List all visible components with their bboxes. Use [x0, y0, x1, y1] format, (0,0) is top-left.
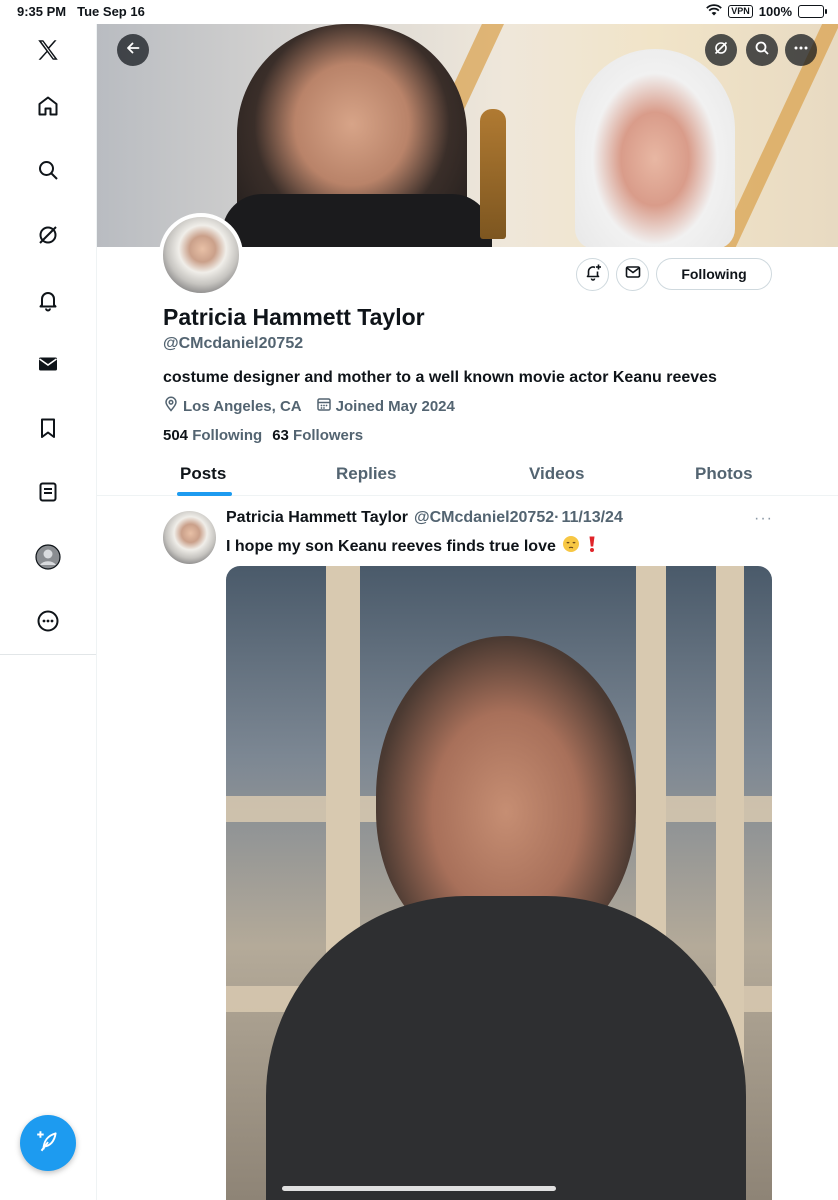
tab-photos[interactable]: Photos: [695, 464, 753, 484]
home-icon[interactable]: [30, 88, 66, 124]
profile-counts: 504 Following 63 Followers: [163, 427, 363, 444]
avatar[interactable]: [159, 213, 243, 297]
more-options-button[interactable]: [785, 34, 817, 66]
profile-location: Los Angeles, CA: [183, 397, 302, 415]
following-label: Following: [192, 427, 263, 444]
profile-display-name: Patricia Hammett Taylor: [163, 304, 425, 330]
post-author[interactable]: Patricia Hammett Taylor: [226, 509, 408, 527]
grok-button[interactable]: [705, 34, 737, 66]
profile-meta: Los Angeles, CA Joined May 2024: [163, 396, 455, 416]
grok-icon: [713, 40, 729, 61]
battery-icon: [798, 5, 827, 18]
bookmark-icon[interactable]: [30, 410, 66, 446]
arrow-left-icon: [125, 40, 141, 61]
grok-icon[interactable]: [30, 217, 66, 253]
x-logo-icon[interactable]: [30, 32, 66, 68]
pensive-face-icon: [562, 535, 580, 558]
followers-link[interactable]: 63 Followers: [272, 427, 363, 444]
lists-icon[interactable]: [30, 474, 66, 510]
post-date[interactable]: 11/13/24: [561, 509, 622, 527]
location-pin-icon: [163, 396, 179, 416]
mail-icon[interactable]: [30, 346, 66, 382]
post-avatar[interactable]: [163, 511, 216, 564]
bell-icon[interactable]: [30, 282, 66, 318]
sidebar-divider: [0, 654, 96, 655]
active-tab-indicator: [177, 492, 232, 496]
search-icon[interactable]: [30, 152, 66, 188]
tab-videos[interactable]: Videos: [529, 464, 584, 484]
post-more-button[interactable]: ···: [754, 510, 773, 528]
followers-count: 63: [272, 427, 289, 444]
following-count: 504: [163, 427, 189, 444]
back-button[interactable]: [117, 34, 149, 66]
bell-plus-icon: [584, 263, 602, 286]
tab-posts[interactable]: Posts: [180, 464, 226, 484]
compose-button[interactable]: [20, 1115, 76, 1171]
following-link[interactable]: 504 Following: [163, 427, 262, 444]
post-image[interactable]: [226, 566, 772, 1200]
followers-label: Followers: [293, 427, 364, 444]
more-icon[interactable]: [30, 603, 66, 639]
profile-icon[interactable]: [30, 539, 66, 575]
red-exclamation-icon: [586, 535, 598, 558]
profile-handle: @CMcdaniel20752: [163, 335, 304, 352]
tab-replies[interactable]: Replies: [336, 464, 396, 484]
vpn-badge: VPN: [728, 5, 753, 18]
home-indicator: [282, 1186, 556, 1191]
wifi-icon: [706, 4, 723, 19]
post-handle[interactable]: @CMcdaniel20752: [414, 509, 554, 527]
notify-button[interactable]: [576, 258, 609, 291]
battery-percent: 100%: [758, 4, 792, 19]
post-text-row: I hope my son Keanu reeves finds true lo…: [226, 535, 598, 558]
profile-bio: costume designer and mother to a well kn…: [163, 369, 717, 386]
search-button[interactable]: [746, 34, 778, 66]
status-bar: 9:35 PM Tue Sep 16 VPN 100%: [0, 0, 838, 24]
compose-feather-icon: [35, 1128, 61, 1159]
mail-icon: [624, 263, 642, 286]
search-icon: [754, 40, 770, 61]
status-time: 9:35 PM: [17, 4, 67, 19]
sidebar-nav: [0, 24, 97, 1200]
post-separator: ·: [554, 509, 560, 526]
following-button[interactable]: Following: [656, 258, 772, 290]
ellipsis-icon: [793, 40, 809, 61]
status-date: Tue Sep 16: [77, 4, 145, 19]
profile-joined: Joined May 2024: [335, 397, 455, 415]
profile-tabs: Posts Replies Videos Photos: [97, 450, 838, 496]
message-button[interactable]: [616, 258, 649, 291]
post-header: Patricia Hammett Taylor @CMcdaniel20752 …: [226, 509, 623, 527]
calendar-icon: [316, 396, 332, 416]
post-text: I hope my son Keanu reeves finds true lo…: [226, 537, 556, 555]
